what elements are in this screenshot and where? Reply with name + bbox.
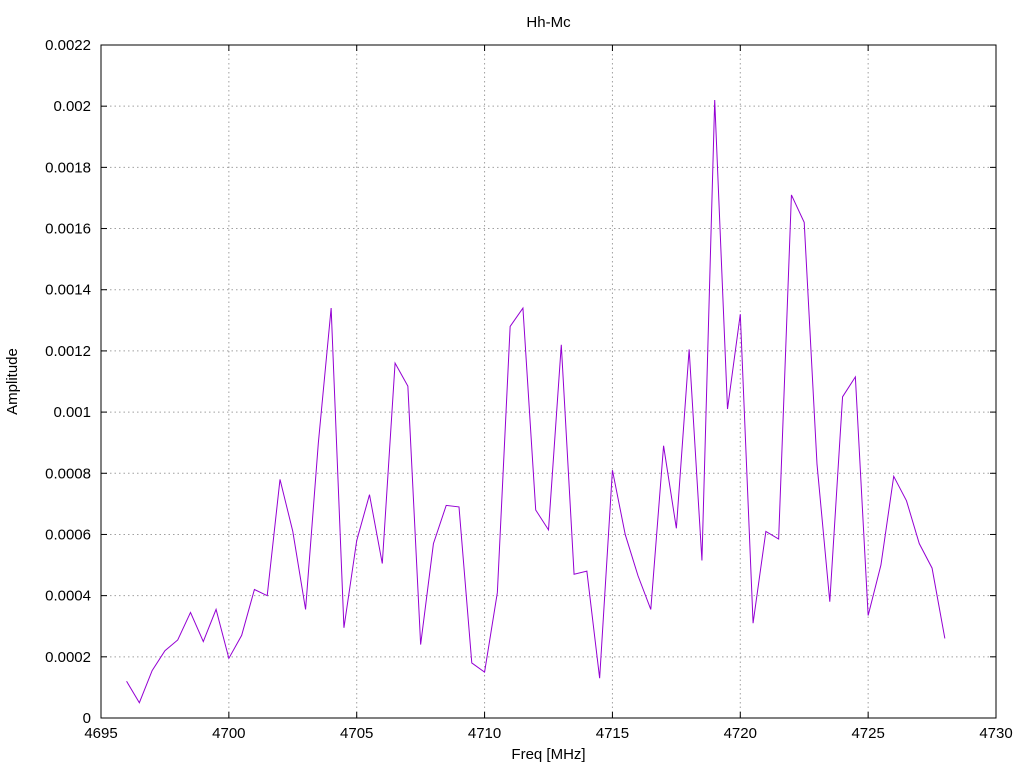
- y-tick-label: 0.0018: [45, 159, 91, 176]
- y-tick-label: 0.002: [53, 98, 91, 115]
- chart-title: Hh-Mc: [526, 14, 571, 31]
- grid-lines: [101, 45, 996, 718]
- axis-ticks: 4695 4700 4705 4710 4715 4720 4725 4730 0 0.0002 0…: [45, 37, 1013, 742]
- y-tick-label: 0.0022: [45, 37, 91, 54]
- x-tick-label: 4705: [340, 725, 373, 742]
- x-axis-label: Freq [MHz]: [511, 746, 585, 763]
- x-tick-label: 4725: [851, 725, 884, 742]
- series-amplitude: [126, 100, 946, 704]
- y-tick-label: 0.0006: [45, 526, 91, 543]
- x-tick-label: 4695: [84, 725, 117, 742]
- y-tick-label: 0.0008: [45, 465, 91, 482]
- amplitude-line: [126, 100, 946, 704]
- y-tick-label: 0.0004: [45, 588, 91, 605]
- chart-svg: Hh-Mc Freq [MHz] Amplitude 4695 4700 4705 4…: [4, 14, 1013, 763]
- y-tick-label: 0.0016: [45, 221, 91, 238]
- y-tick-label: 0.0014: [45, 282, 91, 299]
- y-tick-label: 0: [83, 710, 91, 727]
- y-tick-label: 0.0002: [45, 649, 91, 666]
- y-axis-label: Amplitude: [4, 348, 21, 415]
- x-tick-label: 4720: [724, 725, 757, 742]
- x-tick-label: 4730: [979, 725, 1012, 742]
- y-tick-label: 0.001: [53, 404, 91, 421]
- y-tick-label: 0.0012: [45, 343, 91, 360]
- plot-frame: [100, 44, 997, 719]
- x-tick-label: 4700: [212, 725, 245, 742]
- x-tick-label: 4715: [596, 725, 629, 742]
- x-tick-label: 4710: [468, 725, 501, 742]
